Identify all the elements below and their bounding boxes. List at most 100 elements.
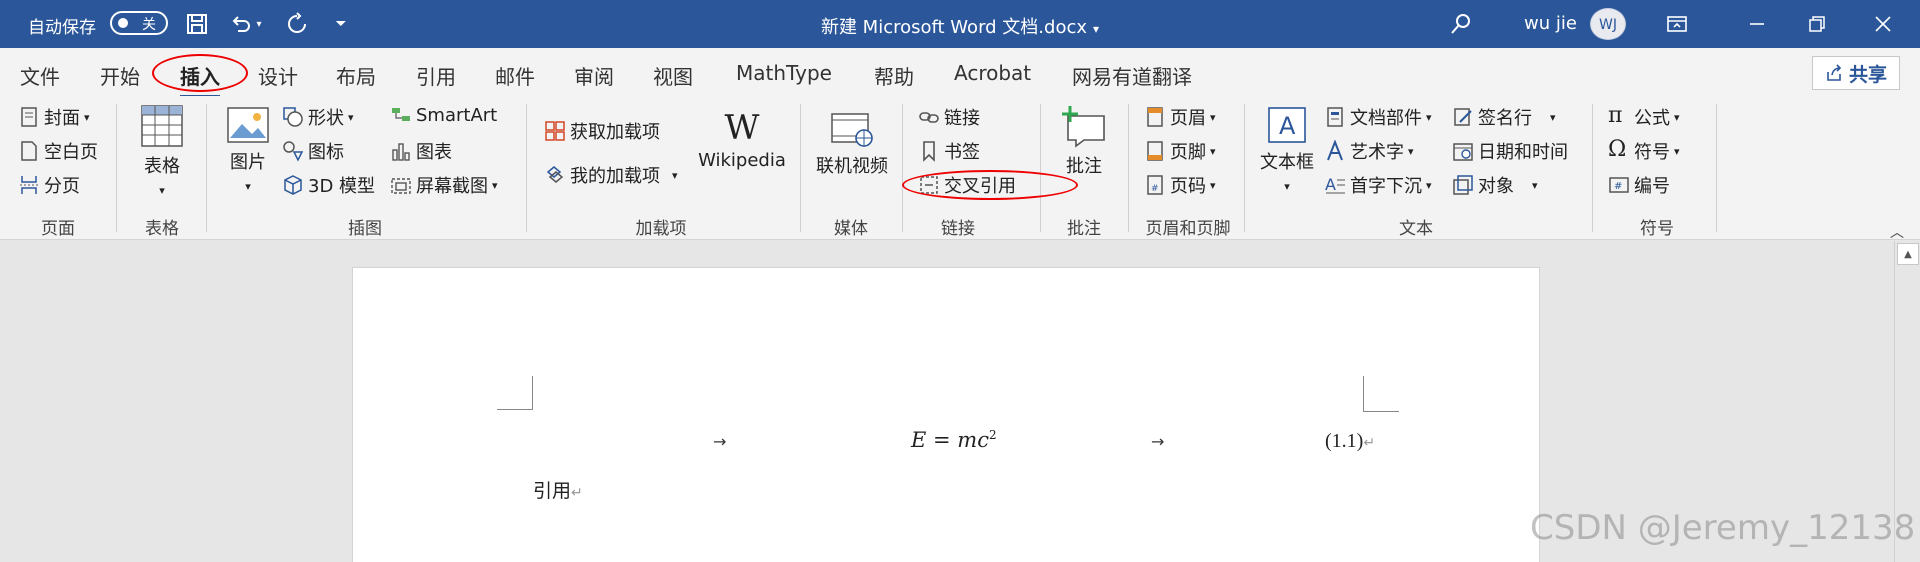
get-addins-button[interactable]: 获取加载项: [544, 118, 660, 144]
date-time-button[interactable]: 日期和时间: [1452, 138, 1568, 164]
tab-home[interactable]: 开始: [100, 61, 140, 90]
screenshot-label: 屏幕截图: [416, 176, 488, 197]
equation-number-text: (1.1): [1325, 430, 1364, 452]
shapes-icon: [283, 107, 303, 127]
pi-icon: π: [1608, 103, 1623, 128]
bookmark-button[interactable]: 书签: [918, 138, 980, 164]
chevron-down-icon: ▾: [1674, 144, 1680, 158]
object-icon: [1453, 175, 1473, 195]
collapse-ribbon-icon[interactable]: ︿: [1890, 222, 1904, 242]
number-button[interactable]: # 编号: [1608, 172, 1670, 198]
blank-page-button[interactable]: 空白页: [18, 138, 98, 164]
my-addins-button[interactable]: 我的加载项 ▾: [544, 162, 678, 188]
smartart-label: SmartArt: [416, 104, 498, 126]
restore-icon[interactable]: [1802, 9, 1832, 39]
header-button[interactable]: 页眉 ▾: [1144, 104, 1216, 130]
table-button[interactable]: 表格 ▾: [134, 104, 190, 199]
comment-label: 批注: [1066, 156, 1102, 177]
group-separator: [1040, 104, 1041, 232]
chevron-down-icon: ▾: [159, 184, 165, 197]
icons-label: 图标: [308, 142, 344, 163]
tab-help[interactable]: 帮助: [874, 61, 914, 90]
cube-icon: [284, 175, 302, 195]
equation-number[interactable]: (1.1)↵: [1325, 430, 1375, 453]
screenshot-button[interactable]: 屏幕截图 ▾: [390, 172, 498, 198]
svg-text:A: A: [1279, 112, 1296, 140]
calendar-icon: [1453, 143, 1473, 161]
tab-youdao[interactable]: 网易有道翻译: [1072, 61, 1192, 90]
page-break-icon: [20, 176, 38, 194]
omega-icon: Ω: [1608, 137, 1627, 162]
shapes-button[interactable]: 形状 ▾: [282, 104, 354, 130]
3d-models-button[interactable]: 3D 模型: [282, 172, 375, 198]
quick-parts-button[interactable]: 文档部件 ▾: [1324, 104, 1432, 130]
blank-page-label: 空白页: [44, 142, 98, 163]
group-separator: [902, 104, 903, 232]
picture-icon: [227, 107, 269, 143]
margin-corner-top-right: [1363, 376, 1399, 412]
symbol-button[interactable]: Ω 符号 ▾: [1608, 138, 1680, 164]
text-box-button[interactable]: A 文本框 ▾: [1256, 106, 1318, 195]
drop-cap-button[interactable]: A 首字下沉 ▾: [1324, 172, 1432, 198]
cross-reference-button[interactable]: 交叉引用: [918, 172, 1016, 198]
tab-design[interactable]: 设计: [258, 61, 298, 90]
tab-references[interactable]: 引用: [416, 61, 456, 90]
tab-acrobat[interactable]: Acrobat: [954, 61, 1031, 85]
chevron-down-icon: ▾: [348, 110, 354, 124]
wordart-button[interactable]: 艺术字 ▾: [1324, 138, 1414, 164]
document-page[interactable]: → E = mc2 → (1.1)↵ 引用↵: [352, 267, 1540, 562]
pictures-button[interactable]: 图片 ▾: [222, 106, 274, 195]
citation-paragraph[interactable]: 引用↵: [533, 476, 583, 503]
search-icon[interactable]: [1446, 9, 1476, 39]
minimize-icon[interactable]: [1742, 9, 1772, 39]
chart-button[interactable]: 图表: [390, 138, 452, 164]
cover-page-button[interactable]: 封面 ▾: [18, 104, 90, 130]
object-button[interactable]: 对象 ▾: [1452, 172, 1538, 198]
tab-mathtype[interactable]: MathType: [736, 61, 832, 85]
page-break-button[interactable]: 分页: [18, 172, 80, 198]
close-icon[interactable]: [1868, 9, 1898, 39]
scroll-up-icon[interactable]: ▲: [1897, 243, 1919, 265]
link-button[interactable]: 链接: [918, 104, 980, 130]
title-bar: 自动保存 关 ▾ ⏷ 新建 Microsoft Word 文档.docx ▾ wu…: [0, 0, 1920, 48]
tab-file[interactable]: 文件: [20, 61, 60, 90]
equation[interactable]: E = mc2: [911, 428, 997, 452]
group-label-illustrations: 插图: [348, 219, 382, 239]
group-separator: [1716, 104, 1717, 232]
user-name[interactable]: wu jie: [1524, 13, 1577, 34]
chevron-down-icon: ▾: [1408, 144, 1414, 158]
pictures-label: 图片: [230, 152, 266, 173]
signature-line-button[interactable]: 签名行 ▾: [1452, 104, 1556, 130]
3d-models-label: 3D 模型: [308, 176, 376, 197]
title-chevron-icon: ▾: [1093, 22, 1100, 36]
svg-text:A: A: [1325, 175, 1336, 194]
tab-mailings[interactable]: 邮件: [495, 61, 535, 90]
link-label: 链接: [944, 108, 980, 129]
tab-review[interactable]: 审阅: [574, 61, 614, 90]
chevron-down-icon: ▾: [84, 110, 90, 124]
footer-button[interactable]: 页脚 ▾: [1144, 138, 1216, 164]
ribbon-display-icon[interactable]: [1662, 9, 1692, 39]
blank-page-icon: [21, 141, 37, 161]
page-number-button[interactable]: # 页码 ▾: [1144, 172, 1216, 198]
chevron-down-icon: ▾: [1426, 178, 1432, 192]
online-video-button[interactable]: 联机视频: [814, 110, 890, 178]
tab-insert[interactable]: 插入: [180, 61, 220, 98]
avatar[interactable]: WJ: [1590, 8, 1626, 40]
equation-exponent: 2: [988, 428, 997, 442]
comment-icon: [1062, 106, 1105, 148]
wikipedia-button[interactable]: W Wikipedia: [696, 110, 788, 171]
number-label: 编号: [1634, 176, 1670, 197]
tab-layout[interactable]: 布局: [336, 61, 376, 90]
share-button[interactable]: 共享: [1812, 56, 1900, 90]
chevron-down-icon: ▾: [1284, 180, 1290, 193]
tab-view[interactable]: 视图: [653, 61, 693, 90]
group-label-tables: 表格: [145, 219, 179, 239]
icons-button[interactable]: 图标: [282, 138, 344, 164]
equation-lhs: E: [911, 428, 927, 452]
new-comment-button[interactable]: 批注: [1054, 104, 1114, 178]
group-label-header-footer: 页眉和页脚: [1145, 219, 1231, 239]
smartart-button[interactable]: SmartArt: [390, 104, 497, 126]
document-title[interactable]: 新建 Microsoft Word 文档.docx ▾: [0, 13, 1920, 39]
equation-button[interactable]: π 公式 ▾: [1608, 104, 1680, 130]
